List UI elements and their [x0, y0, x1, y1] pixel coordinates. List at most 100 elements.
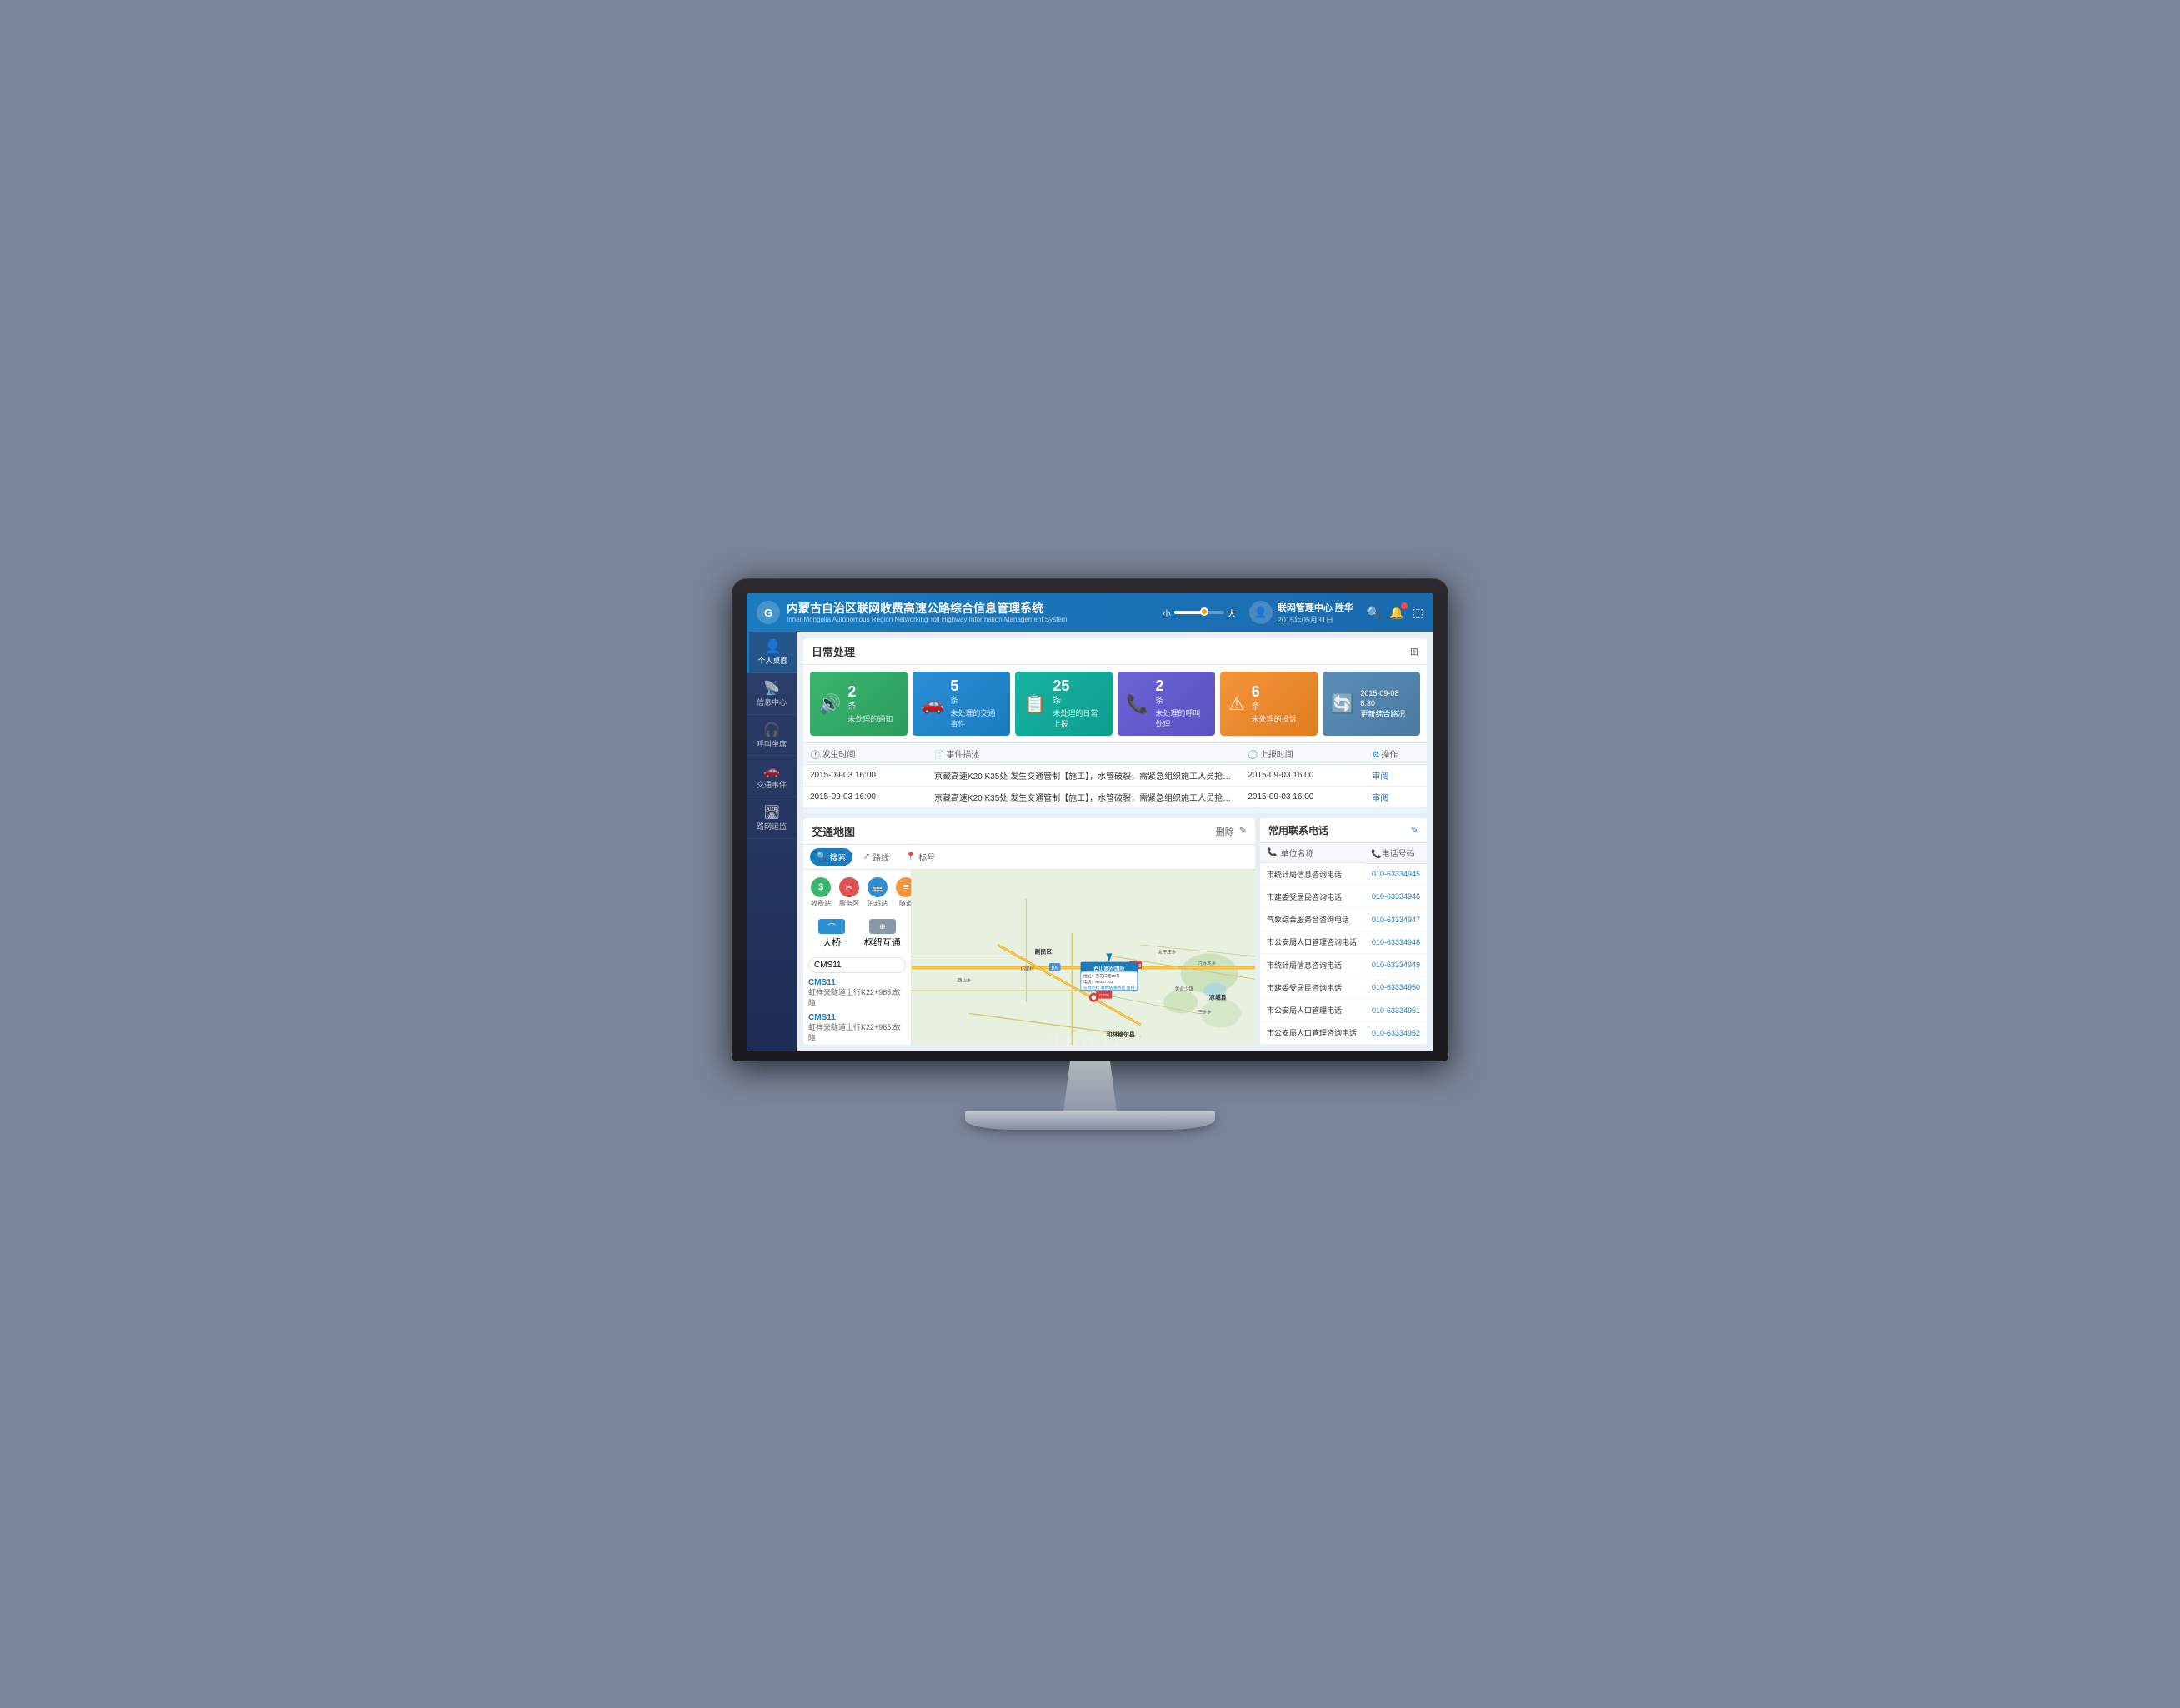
filter-tunnel[interactable]: ≡ 隧道 — [893, 875, 912, 911]
contacts-col-phone: 📞电话号码 — [1364, 843, 1427, 863]
map-body: $ 收费站 ✂ 服务区 — [803, 870, 1255, 1045]
row-desc: 京藏高速K20 K35处 发生交通管制【施工】，水管破裂，需紧急组织施工人员抢修… — [928, 787, 1241, 808]
sidebar-label-call: 呼叫坐席 — [757, 740, 787, 749]
toll-icon: $ — [811, 877, 831, 897]
daily-panel: 日常处理 ⊞ 🔊 2 — [803, 638, 1427, 813]
col-action: ⚙操作 — [1365, 743, 1427, 765]
bridge-label: 大桥 — [822, 936, 841, 949]
header-title-block: 内蒙古自治区联网收费高速公路综合信息管理系统 Inner Mongolia Au… — [787, 602, 1067, 623]
col-report-time: 🕐上报时间 — [1241, 743, 1365, 765]
stat-info-traffic: 5 条 未处理的交通事件 — [950, 678, 1002, 729]
map-panel: 交通地图 删除 ✎ 🔍 搜索 — [803, 818, 1255, 1045]
map-tab-search-label: 搜索 — [829, 851, 846, 863]
map-tab-marker[interactable]: 📍 标号 — [899, 848, 942, 866]
row-time1: 2015-09-03 16:00 — [803, 765, 928, 787]
brightness-slider[interactable]: 小 大 — [1162, 607, 1236, 619]
stat-count-notification: 2 — [848, 684, 892, 699]
app-header: G 内蒙古自治区联网收费高速公路综合信息管理系统 Inner Mongolia … — [747, 593, 1433, 632]
incident-desc-1: 虹祥夹隧道上行K22+965:故障 — [808, 987, 906, 1008]
filter-stop[interactable]: 🚌 泊超站 — [865, 875, 890, 911]
incident-item-2[interactable]: CMS11 虹祥夹隧道上行K22+965:故障 — [808, 1013, 906, 1043]
row-action[interactable]: 审阅 — [1365, 765, 1427, 787]
stat-unit-traffic: 条 — [950, 693, 1002, 706]
filter-service[interactable]: ✂ 服务区 — [837, 875, 862, 911]
bottom-row: 交通地图 删除 ✎ 🔍 搜索 — [797, 818, 1433, 1051]
contact-phone: 010-63334947 — [1364, 908, 1427, 931]
sidebar-icon-call: 🎧 — [763, 722, 780, 738]
logo-icon: G — [757, 601, 780, 624]
sidebar-label-network: 路网运监 — [757, 822, 787, 832]
stat-cards: 🔊 2 条 未处理的通知 🚗 — [803, 665, 1427, 742]
stat-label-traffic: 未处理的交通事件 — [950, 707, 1002, 729]
sidebar-item-info[interactable]: 📡 信息中心 — [747, 673, 797, 715]
monitor-bezel: G 内蒙古自治区联网收费高速公路综合信息管理系统 Inner Mongolia … — [732, 578, 1448, 1061]
logout-icon-btn[interactable]: ⬚ — [1412, 606, 1423, 620]
row-desc: 京藏高速K20 K35处 发生交通管制【施工】，水管破裂，需紧急组织施工人员抢修… — [928, 808, 1241, 814]
map-canvas[interactable]: 109 110 G109 副民区 巧家村 — [912, 870, 1255, 1045]
filter-toll[interactable]: $ 收费站 — [808, 875, 833, 911]
map-header: 交通地图 删除 ✎ — [803, 818, 1255, 845]
stat-label-notification: 未处理的通知 — [848, 713, 892, 724]
toll-label: 收费站 — [811, 899, 831, 908]
stat-info-update: 2015-09-08 8:30更新综合路况 — [1360, 688, 1412, 720]
contacts-panel: 常用联系电话 ✎ 📞单位名称 — [1260, 818, 1427, 1045]
svg-text:三乡乡: 三乡乡 — [1198, 1009, 1211, 1015]
map-tab-search[interactable]: 🔍 搜索 — [810, 848, 852, 866]
stat-card-daily[interactable]: 📋 25 条 未处理的日常上报 — [1015, 672, 1112, 736]
stat-card-traffic[interactable]: 🚗 5 条 未处理的交通事件 — [912, 672, 1010, 736]
bridge-icon: ⌒ — [818, 919, 845, 934]
sidebar-icon-home: 👤 — [765, 638, 782, 655]
stop-label: 泊超站 — [868, 899, 888, 908]
filter-hub[interactable]: ⊕ 枢纽互通 — [859, 916, 907, 952]
search-icon-btn[interactable]: 🔍 — [1367, 606, 1381, 620]
stat-label-call: 未处理的呼叫处理 — [1155, 707, 1207, 729]
monitor-stand — [1057, 1061, 1123, 1111]
sidebar-icon-info: 📡 — [763, 680, 780, 697]
stat-icon-update: 🔄 — [1331, 693, 1353, 715]
map-tab-marker-label: 标号 — [918, 851, 935, 863]
map-delete-btn[interactable]: 删除 — [1216, 825, 1234, 838]
col-time: 🕐发生时间 — [803, 743, 928, 765]
row-time2: 2015-09-03 16:00 — [1241, 787, 1365, 808]
stat-card-call[interactable]: 📞 2 条 未处理的呼叫处理 — [1118, 672, 1215, 736]
sidebar-item-traffic[interactable]: 🚗 交通事件 — [747, 756, 797, 797]
contact-name: 市公安局人口管理咨询电话 — [1260, 931, 1364, 953]
app: G 内蒙古自治区联网收费高速公路综合信息管理系统 Inner Mongolia … — [747, 593, 1433, 1051]
row-time1: 2015-09-03 16:00 — [803, 787, 928, 808]
row-action[interactable]: 审阅 — [1365, 787, 1427, 808]
slider-max-icon: 大 — [1228, 607, 1236, 619]
map-tab-route[interactable]: ↗ 路线 — [856, 848, 895, 866]
contact-name: 市统计局信息咨询电话 — [1260, 953, 1364, 976]
sidebar-item-network[interactable]: 🛣 路网运监 — [747, 797, 797, 839]
map-edit-icon[interactable]: ✎ — [1239, 825, 1247, 838]
map-search-input[interactable] — [814, 961, 912, 970]
stop-icon: 🚌 — [868, 877, 888, 897]
filter-bridge[interactable]: ⌒ 大桥 — [808, 916, 856, 952]
contact-name: 市公安局人口管理电话 — [1260, 999, 1364, 1021]
row-action[interactable]: 审阅 — [1365, 808, 1427, 814]
contact-phone: 010-63334951 — [1364, 999, 1427, 1021]
stat-card-complaint[interactable]: ⚠ 6 条 未处理的投诉 — [1220, 672, 1318, 736]
stat-card-update[interactable]: 🔄 2015-09-08 8:30更新综合路况 — [1322, 672, 1420, 736]
contacts-col-name: 📞单位名称 — [1260, 843, 1364, 863]
hub-label: 枢纽互通 — [864, 936, 901, 949]
notification-icon-btn[interactable]: 🔔 — [1389, 606, 1403, 620]
contact-phone: 010-63334946 — [1364, 886, 1427, 908]
sidebar-item-home[interactable]: 👤 个人桌面 — [747, 632, 797, 673]
stat-unit-notification: 条 — [848, 699, 892, 712]
row-desc: 京藏高速K20 K35处 发生交通管制【施工】，水管破裂，需紧急组织施工人员抢修… — [928, 765, 1241, 787]
contacts-edit-icon[interactable]: ✎ — [1411, 825, 1418, 836]
contact-row: 市统计局信息咨询电话 010-63334949 — [1260, 953, 1427, 976]
user-avatar: 👤 — [1249, 601, 1272, 624]
header-icons: 🔍 🔔 ⬚ — [1367, 606, 1423, 620]
stat-count-complaint: 6 — [1252, 684, 1297, 699]
map-search-box[interactable]: 🔍 — [808, 957, 906, 973]
svg-text:副民区: 副民区 — [1035, 947, 1052, 955]
contact-name: 气象综合服务台咨询电话 — [1260, 908, 1364, 931]
panel-expand-icon[interactable]: ⊞ — [1410, 646, 1418, 657]
sidebar-item-call[interactable]: 🎧 呼叫坐席 — [747, 715, 797, 757]
stat-unit-call: 条 — [1155, 693, 1207, 706]
daily-panel-title: 日常处理 — [812, 643, 855, 659]
stat-card-notification[interactable]: 🔊 2 条 未处理的通知 — [810, 672, 908, 736]
incident-item-1[interactable]: CMS11 虹祥夹隧道上行K22+965:故障 — [808, 978, 906, 1008]
